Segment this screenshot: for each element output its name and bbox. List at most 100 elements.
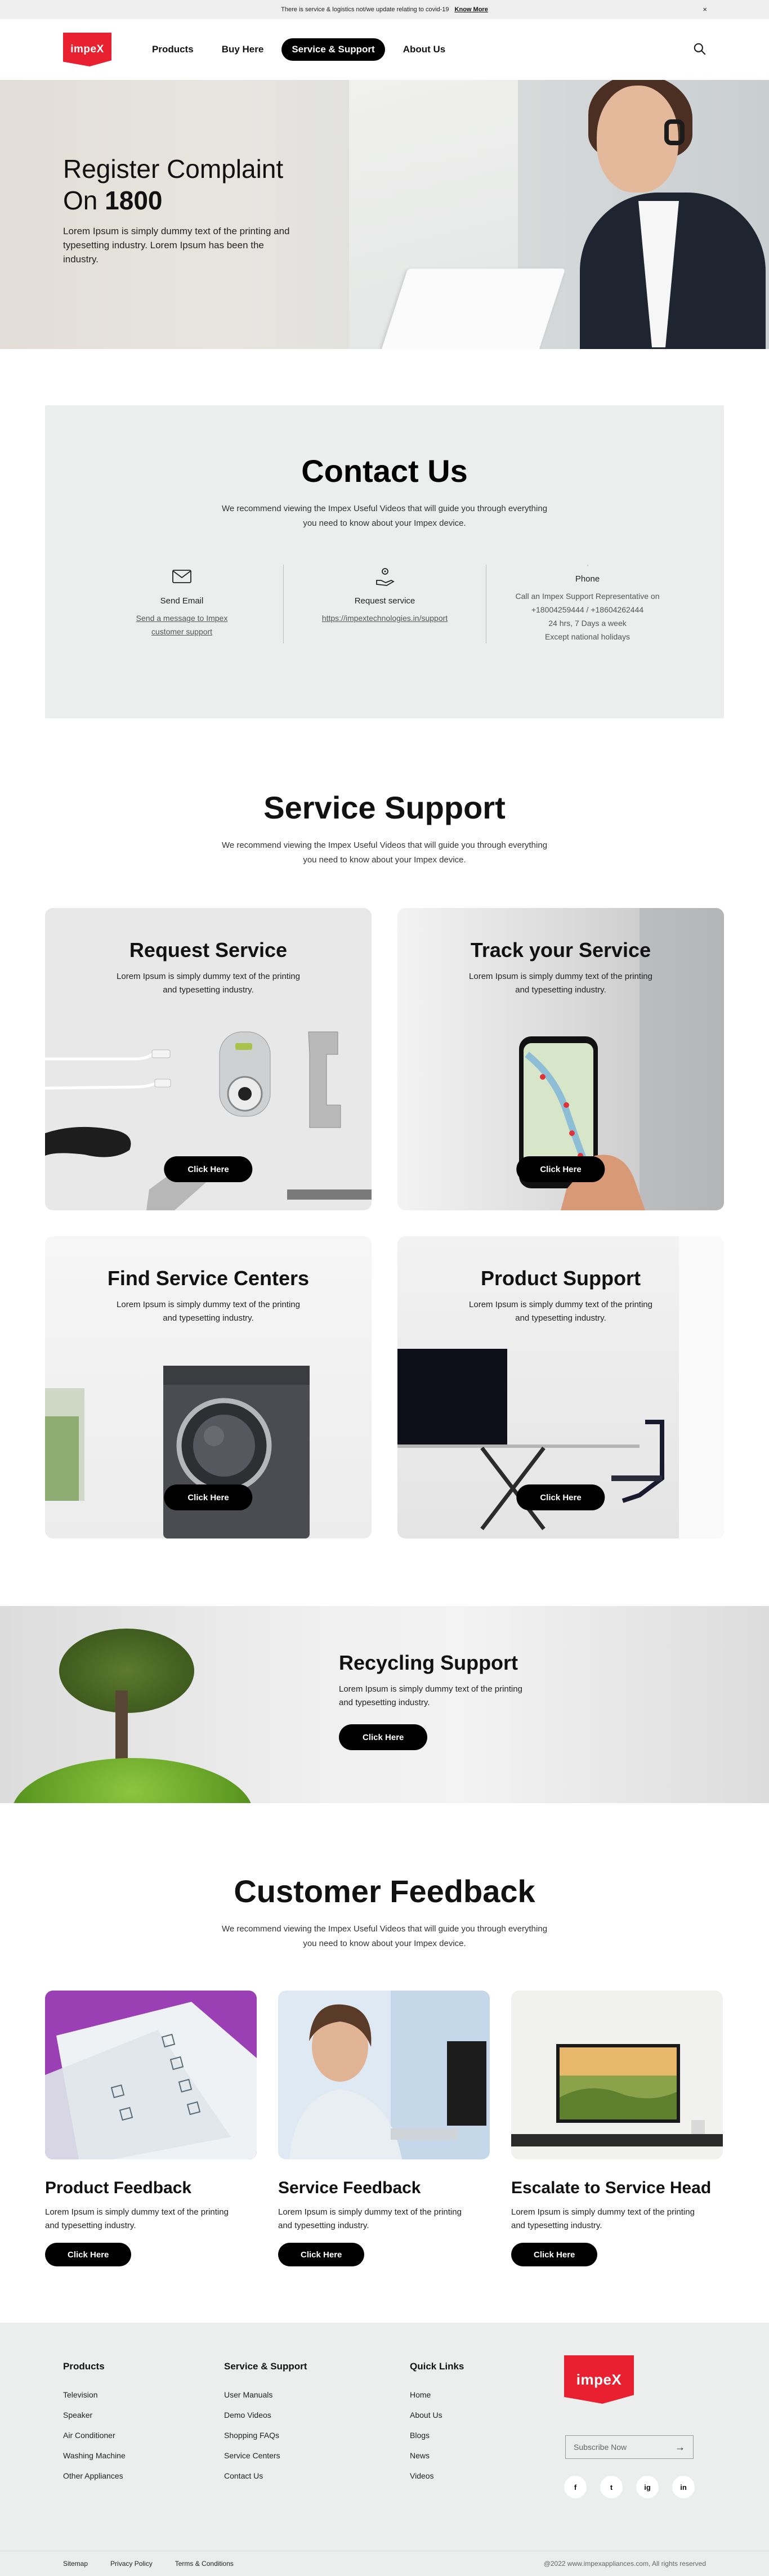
contact-title: Contact Us: [301, 453, 468, 489]
card-description-line1: Lorem Ipsum is simply dummy text of the …: [469, 1300, 652, 1309]
request-service-card: Request Service Lorem Ipsum is simply du…: [45, 908, 372, 1210]
contact-card: Contact Us We recommend viewing the Impe…: [45, 405, 724, 718]
track-service-card: Track your Service Lorem Ipsum is simply…: [397, 908, 724, 1210]
recycling-description-line1: Lorem Ipsum is simply dummy text of the …: [339, 1684, 522, 1694]
find-service-centers-card: Find Service Centers Lorem Ipsum is simp…: [45, 1236, 372, 1539]
footer-link[interactable]: Blogs: [410, 2425, 464, 2445]
contact-email-line1[interactable]: Send a message to Impex: [136, 614, 228, 623]
nav-service-support[interactable]: Service & Support: [281, 38, 385, 61]
contact-email: Send Email Send a message to Impex custo…: [81, 565, 283, 643]
customer-feedback-section: Customer Feedback We recommend viewing t…: [0, 1803, 769, 2266]
recycling-title: Recycling Support: [339, 1651, 518, 1674]
fb-card-description: Lorem Ipsum is simply dummy text of the …: [511, 2206, 723, 2233]
contact-phone-numbers[interactable]: +18004259444 / +18604262444: [531, 605, 643, 614]
footer-link[interactable]: Videos: [410, 2466, 464, 2486]
arrow-right-icon[interactable]: →: [675, 2441, 685, 2453]
service-feedback-card: Service Feedback Lorem Ipsum is simply d…: [278, 1991, 490, 2266]
product-support-button[interactable]: Click Here: [516, 1484, 605, 1510]
know-more-link[interactable]: Know More: [455, 6, 488, 13]
service-support-section: Service Support We recommend viewing the…: [0, 718, 769, 1539]
service-feedback-button[interactable]: Click Here: [278, 2243, 365, 2266]
feedback-subtitle: We recommend viewing the Impex Useful Vi…: [0, 1922, 769, 1951]
footer-link[interactable]: Service Centers: [224, 2445, 307, 2466]
card-description-line2: and typesetting industry.: [515, 1313, 606, 1323]
footer-link[interactable]: Washing Machine: [63, 2445, 126, 2466]
nav-about-us[interactable]: About Us: [393, 38, 456, 61]
feedback-subtitle-line1: We recommend viewing the Impex Useful Vi…: [221, 1924, 548, 1934]
footer-bottom-bar: Sitemap Privacy Policy Terms & Condition…: [0, 2551, 769, 2576]
recycling-button[interactable]: Click Here: [339, 1724, 428, 1750]
fb-card-description: Lorem Ipsum is simply dummy text of the …: [45, 2206, 257, 2233]
hero-banner: Register Complaint On 1800 Lorem Ipsum i…: [0, 80, 769, 349]
footer-link[interactable]: Air Conditioner: [63, 2425, 126, 2445]
service-support-subtitle: We recommend viewing the Impex Useful Vi…: [0, 838, 769, 867]
footer-link[interactable]: News: [410, 2445, 464, 2466]
nav-buy-here[interactable]: Buy Here: [212, 38, 274, 61]
footer-link[interactable]: Other Appliances: [63, 2466, 126, 2486]
checklist-illustration: [45, 1991, 257, 2159]
footer-link[interactable]: Contact Us: [224, 2466, 307, 2486]
announcement-bar: There is service & logistics not/we upda…: [0, 0, 769, 19]
contact-phone-hours: 24 hrs, 7 Days a week: [548, 619, 627, 628]
tv-image: [511, 1991, 723, 2159]
contact-phone-line1: Call an Impex Support Representative on: [515, 592, 660, 601]
main-nav: Products Buy Here Service & Support Abou…: [142, 38, 455, 61]
sitemap-link[interactable]: Sitemap: [63, 2560, 88, 2568]
terms-link[interactable]: Terms & Conditions: [175, 2560, 234, 2568]
card-description-line2: and typesetting industry.: [515, 985, 606, 995]
linkedin-icon[interactable]: in: [672, 2476, 695, 2498]
contact-email-link[interactable]: Send a message to Impex customer support: [136, 611, 228, 638]
search-icon[interactable]: [692, 42, 707, 56]
footer-link[interactable]: Home: [410, 2385, 464, 2405]
request-service-button[interactable]: Click Here: [164, 1156, 253, 1182]
card-title: Find Service Centers: [107, 1267, 310, 1290]
escalate-card: Escalate to Service Head Lorem Ipsum is …: [511, 1991, 723, 2266]
recycling-banner: Recycling Support Lorem Ipsum is simply …: [0, 1606, 769, 1803]
instagram-icon[interactable]: ig: [636, 2476, 659, 2498]
footer-link[interactable]: Television: [63, 2385, 126, 2405]
close-icon[interactable]: ×: [703, 5, 707, 14]
subscribe-input[interactable]: Subscribe Now →: [565, 2435, 694, 2459]
twitter-icon[interactable]: t: [600, 2476, 623, 2498]
find-service-centers-button[interactable]: Click Here: [164, 1484, 253, 1510]
footer-link[interactable]: About Us: [410, 2405, 464, 2425]
fb-card-description-line2: and typesetting industry.: [278, 2221, 369, 2230]
track-service-button[interactable]: Click Here: [516, 1156, 605, 1182]
fb-card-title: Product Feedback: [45, 2179, 192, 2197]
fb-card-description-line1: Lorem Ipsum is simply dummy text of the …: [278, 2207, 462, 2217]
escalate-button[interactable]: Click Here: [511, 2243, 598, 2266]
tv-illustration: [511, 1991, 723, 2159]
card-description: Lorem Ipsum is simply dummy text of the …: [45, 1298, 372, 1325]
card-title: Product Support: [481, 1267, 641, 1290]
contact-service-title: Request service: [354, 596, 415, 606]
contact-columns: Send Email Send a message to Impex custo…: [45, 565, 724, 643]
contact-request-service: Request service https://impextechnologie…: [283, 565, 486, 643]
checklist-image: [45, 1991, 257, 2159]
footer-link[interactable]: User Manuals: [224, 2385, 307, 2405]
product-feedback-button[interactable]: Click Here: [45, 2243, 132, 2266]
subscribe-placeholder[interactable]: Subscribe Now: [574, 2443, 627, 2452]
contact-subtitle-line1: We recommend viewing the Impex Useful Vi…: [221, 504, 548, 513]
service-hand-icon: [375, 568, 395, 586]
footer-link[interactable]: Speaker: [63, 2405, 126, 2425]
footer-link[interactable]: Shopping FAQs: [224, 2425, 307, 2445]
contact-phone-details: Call an Impex Support Representative on …: [515, 589, 659, 643]
headset-icon: [664, 119, 685, 145]
agent-illustration: [278, 1991, 490, 2159]
card-description-line1: Lorem Ipsum is simply dummy text of the …: [117, 1300, 300, 1309]
hero-title-line1: Register Complaint: [63, 154, 284, 184]
service-support-subtitle-line2: you need to know about your Impex device…: [303, 855, 466, 865]
facebook-icon[interactable]: f: [564, 2476, 587, 2498]
nav-products[interactable]: Products: [142, 38, 204, 61]
contact-section: Contact Us We recommend viewing the Impe…: [0, 349, 769, 718]
footer-link[interactable]: Demo Videos: [224, 2405, 307, 2425]
contact-service-link[interactable]: https://impextechnologies.in/support: [322, 611, 448, 625]
site-header: impeX Products Buy Here Service & Suppor…: [0, 19, 769, 80]
footer-logo[interactable]: impeX: [564, 2355, 634, 2404]
impex-logo[interactable]: impeX: [63, 33, 111, 66]
privacy-link[interactable]: Privacy Policy: [110, 2560, 153, 2568]
contact-email-line2[interactable]: customer support: [151, 627, 212, 636]
social-links: f t ig in: [564, 2476, 695, 2498]
contact-email-title: Send Email: [160, 596, 204, 606]
footer-products-column: Products Television Speaker Air Conditio…: [63, 2361, 126, 2486]
